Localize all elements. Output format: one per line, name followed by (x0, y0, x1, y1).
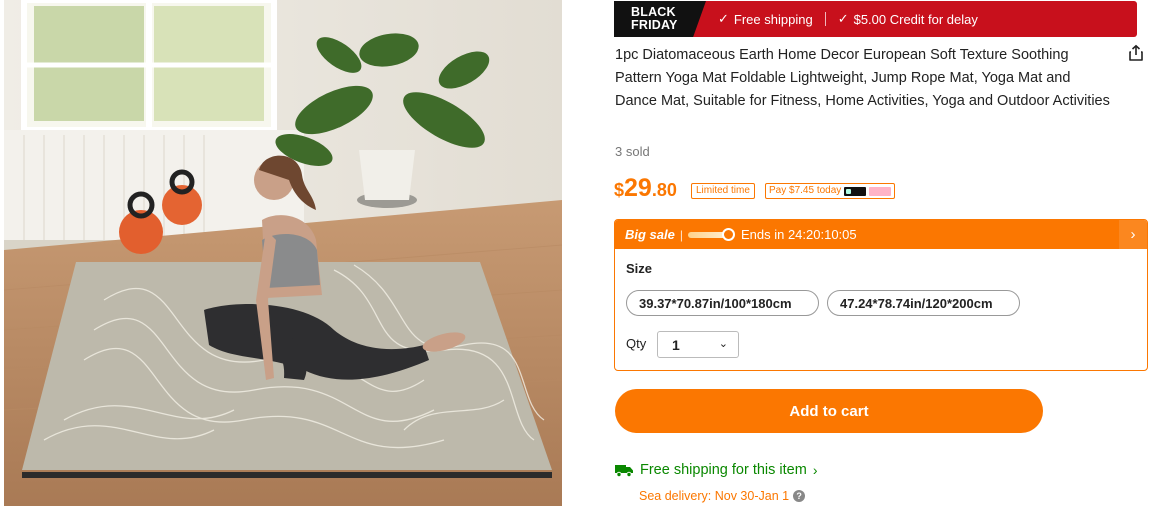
product-title: 1pc Diatomaceous Earth Home Decor Europe… (615, 47, 1110, 109)
price-currency: $ (614, 180, 625, 200)
limited-time-tag: Limited time (691, 183, 755, 199)
price: $ 29 .80 (614, 174, 677, 203)
countdown-progress (687, 227, 735, 241)
sold-count: 3 sold (615, 144, 650, 159)
big-sale-panel: Big sale | Ends in 24:20:10:05 › Size 39… (614, 219, 1148, 371)
help-icon[interactable]: ? (793, 490, 806, 502)
big-sale-title: Big sale (625, 227, 675, 242)
free-shipping-item-text: Free shipping for this item (640, 462, 807, 478)
sea-delivery: Sea delivery: Nov 30-Jan 1 ? (639, 489, 806, 503)
free-shipping-text: Free shipping (733, 11, 813, 27)
sea-delivery-text: Sea delivery: Nov 30-Jan 1 (639, 489, 790, 503)
afterpay-icon (844, 186, 867, 196)
chevron-right-icon[interactable]: › (1119, 220, 1147, 249)
countdown-text: Ends in 24:20:10:05 (740, 227, 857, 242)
quantity-select[interactable]: 1 ⌄ (657, 331, 739, 358)
clock-icon (721, 227, 735, 241)
size-option-120x200[interactable]: 47.24*78.74in/120*200cm (827, 290, 1020, 316)
quantity-value: 1 (672, 336, 680, 353)
credit-text: $5.00 Credit for delay (853, 11, 978, 27)
check-icon: ✓ (837, 11, 849, 26)
truck-icon (615, 465, 633, 477)
badge-line-2: FRIDAY (631, 18, 678, 32)
free-shipping-perk: ✓ Free shipping (718, 11, 813, 27)
add-to-cart-button[interactable]: Add to cart (615, 389, 1043, 433)
big-sale-separator: | (679, 227, 683, 242)
chevron-right-icon: › (812, 462, 818, 478)
credit-perk: ✓ $5.00 Credit for delay (838, 11, 978, 27)
big-sale-header[interactable]: Big sale | Ends in 24:20:10:05 › (615, 220, 1147, 249)
price-decimal: .80 (651, 180, 677, 200)
banner-divider (824, 12, 826, 26)
black-friday-badge: BLACK FRIDAY (614, 1, 706, 37)
free-shipping-link[interactable]: Free shipping for this item › (615, 462, 818, 478)
size-option-100x180[interactable]: 39.37*70.87in/100*180cm (626, 290, 819, 316)
price-integer: 29 (624, 174, 652, 202)
pay-today-text: Pay $7.45 today (769, 185, 842, 196)
black-friday-banner: BLACK FRIDAY ✓ Free shipping ✓ $5.00 Cre… (614, 1, 1137, 37)
klarna-icon (869, 186, 892, 196)
pay-today-tag[interactable]: Pay $7.45 today (765, 183, 896, 199)
product-image[interactable] (4, 0, 562, 506)
size-label: Size (626, 261, 653, 276)
share-icon[interactable] (1127, 44, 1145, 62)
qty-label: Qty (626, 336, 647, 351)
chevron-down-icon: ⌄ (718, 338, 728, 350)
check-icon: ✓ (718, 11, 729, 26)
